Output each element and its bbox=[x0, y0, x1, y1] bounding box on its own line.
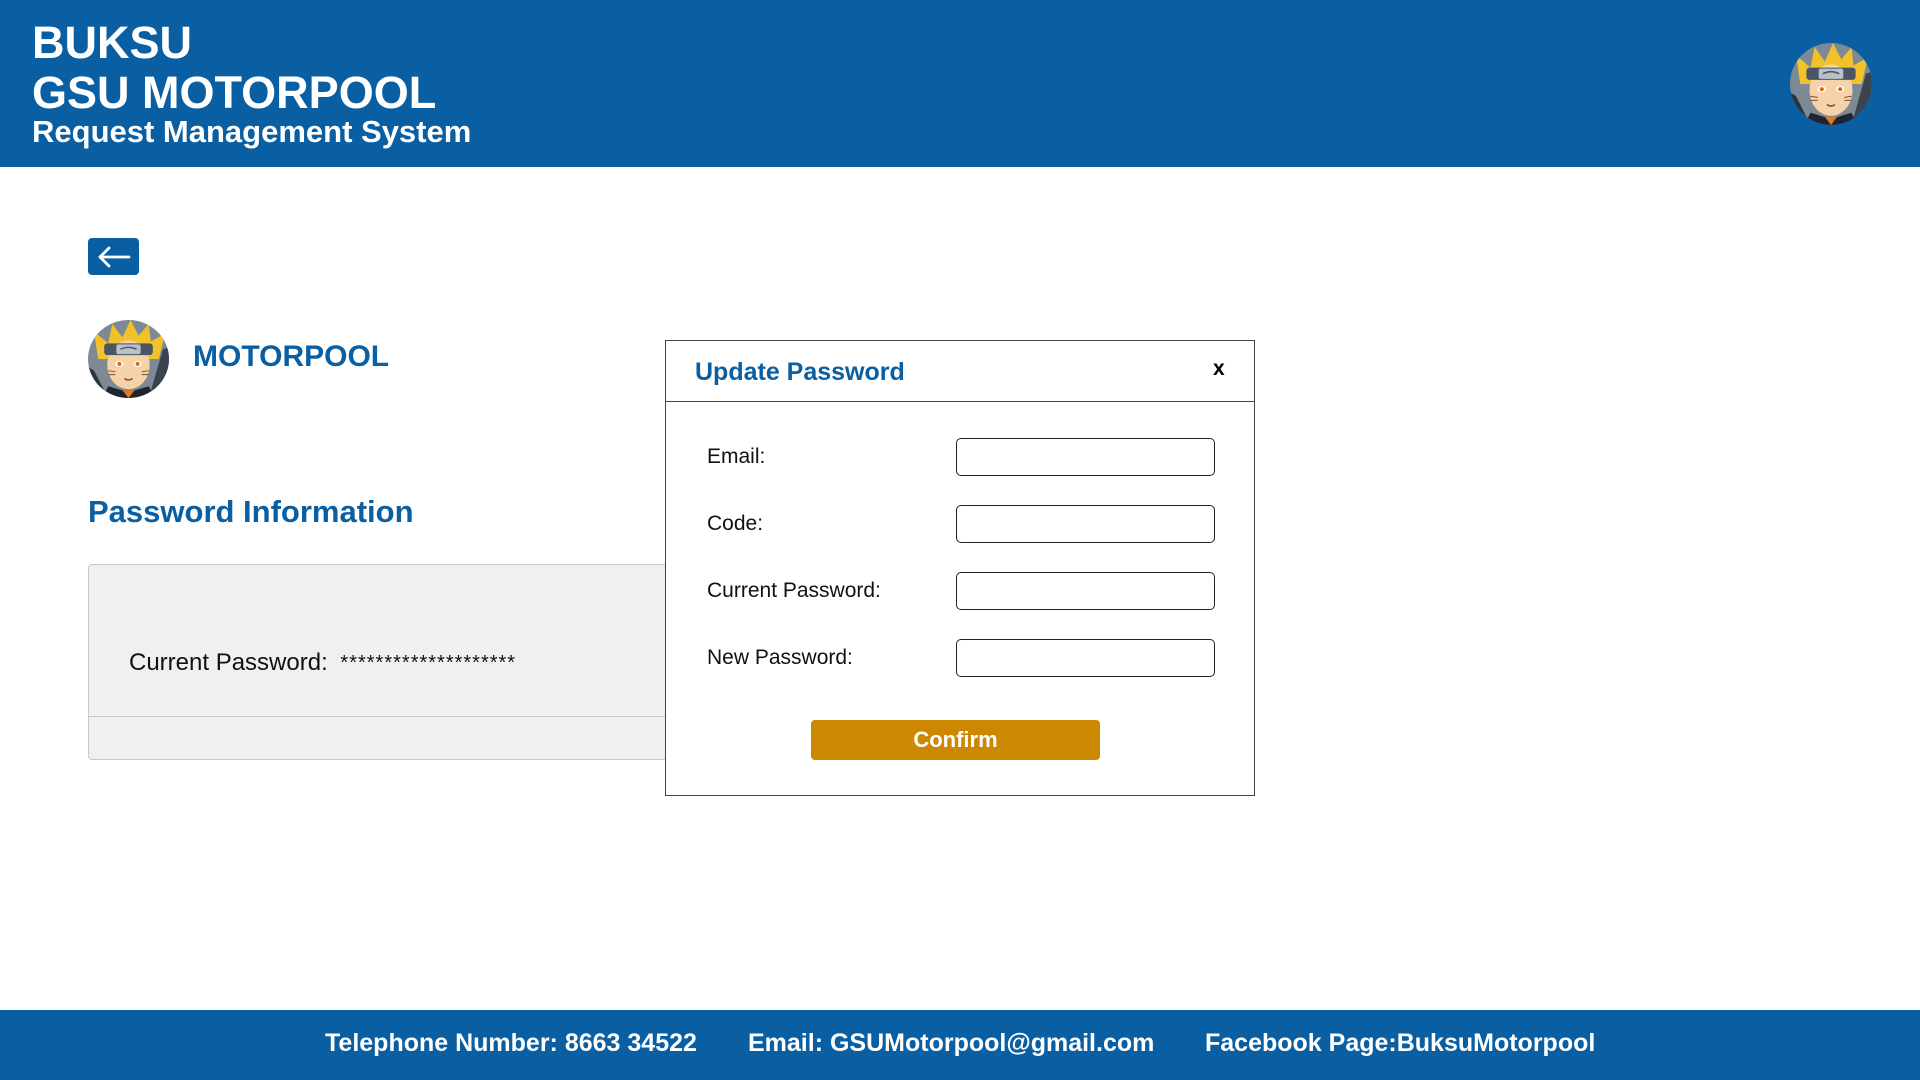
current-password-row: Current Password: ******************** bbox=[129, 649, 516, 677]
app-header: BUKSU GSU MOTORPOOL Request Management S… bbox=[0, 0, 1920, 167]
profile-avatar bbox=[88, 320, 169, 398]
modal-title: Update Password bbox=[695, 358, 905, 386]
footer-email[interactable]: Email: GSUMotorpool@gmail.com bbox=[748, 1029, 1154, 1058]
footer-telephone: Telephone Number: 8663 34522 bbox=[325, 1029, 697, 1057]
current-password-field[interactable] bbox=[956, 572, 1215, 610]
code-label: Code: bbox=[707, 512, 764, 535]
current-password-field-label: Current Password: bbox=[707, 579, 881, 602]
code-field[interactable] bbox=[956, 505, 1215, 543]
update-password-modal: Update Password x Email: Code: Current P… bbox=[665, 340, 1255, 796]
section-title: Password Information bbox=[88, 494, 414, 529]
current-password-value: ******************** bbox=[340, 652, 517, 674]
confirm-button[interactable]: Confirm bbox=[811, 720, 1100, 760]
close-button[interactable]: x bbox=[1213, 357, 1225, 381]
new-password-field[interactable] bbox=[956, 639, 1215, 677]
email-label: Email: bbox=[707, 445, 766, 468]
modal-header: Update Password x bbox=[666, 341, 1254, 402]
new-password-label: New Password: bbox=[707, 646, 853, 669]
email-field[interactable] bbox=[956, 438, 1215, 476]
brand-tagline: Request Management System bbox=[32, 114, 472, 149]
password-info-card: Current Password: ******************** bbox=[88, 564, 708, 760]
app-footer: Telephone Number: 8663 34522 Email: GSUM… bbox=[0, 1010, 1920, 1080]
back-button[interactable] bbox=[88, 238, 139, 275]
user-avatar-icon[interactable] bbox=[1790, 43, 1872, 125]
footer-facebook[interactable]: Facebook Page:BuksuMotorpool bbox=[1205, 1029, 1595, 1058]
brand-title: BUKSU bbox=[32, 17, 193, 68]
profile-name: MOTORPOOL bbox=[193, 340, 390, 373]
brand-subtitle: GSU MOTORPOOL bbox=[32, 67, 437, 118]
arrow-left-icon bbox=[98, 246, 130, 267]
current-password-label: Current Password: bbox=[129, 649, 328, 676]
card-divider bbox=[89, 716, 707, 717]
